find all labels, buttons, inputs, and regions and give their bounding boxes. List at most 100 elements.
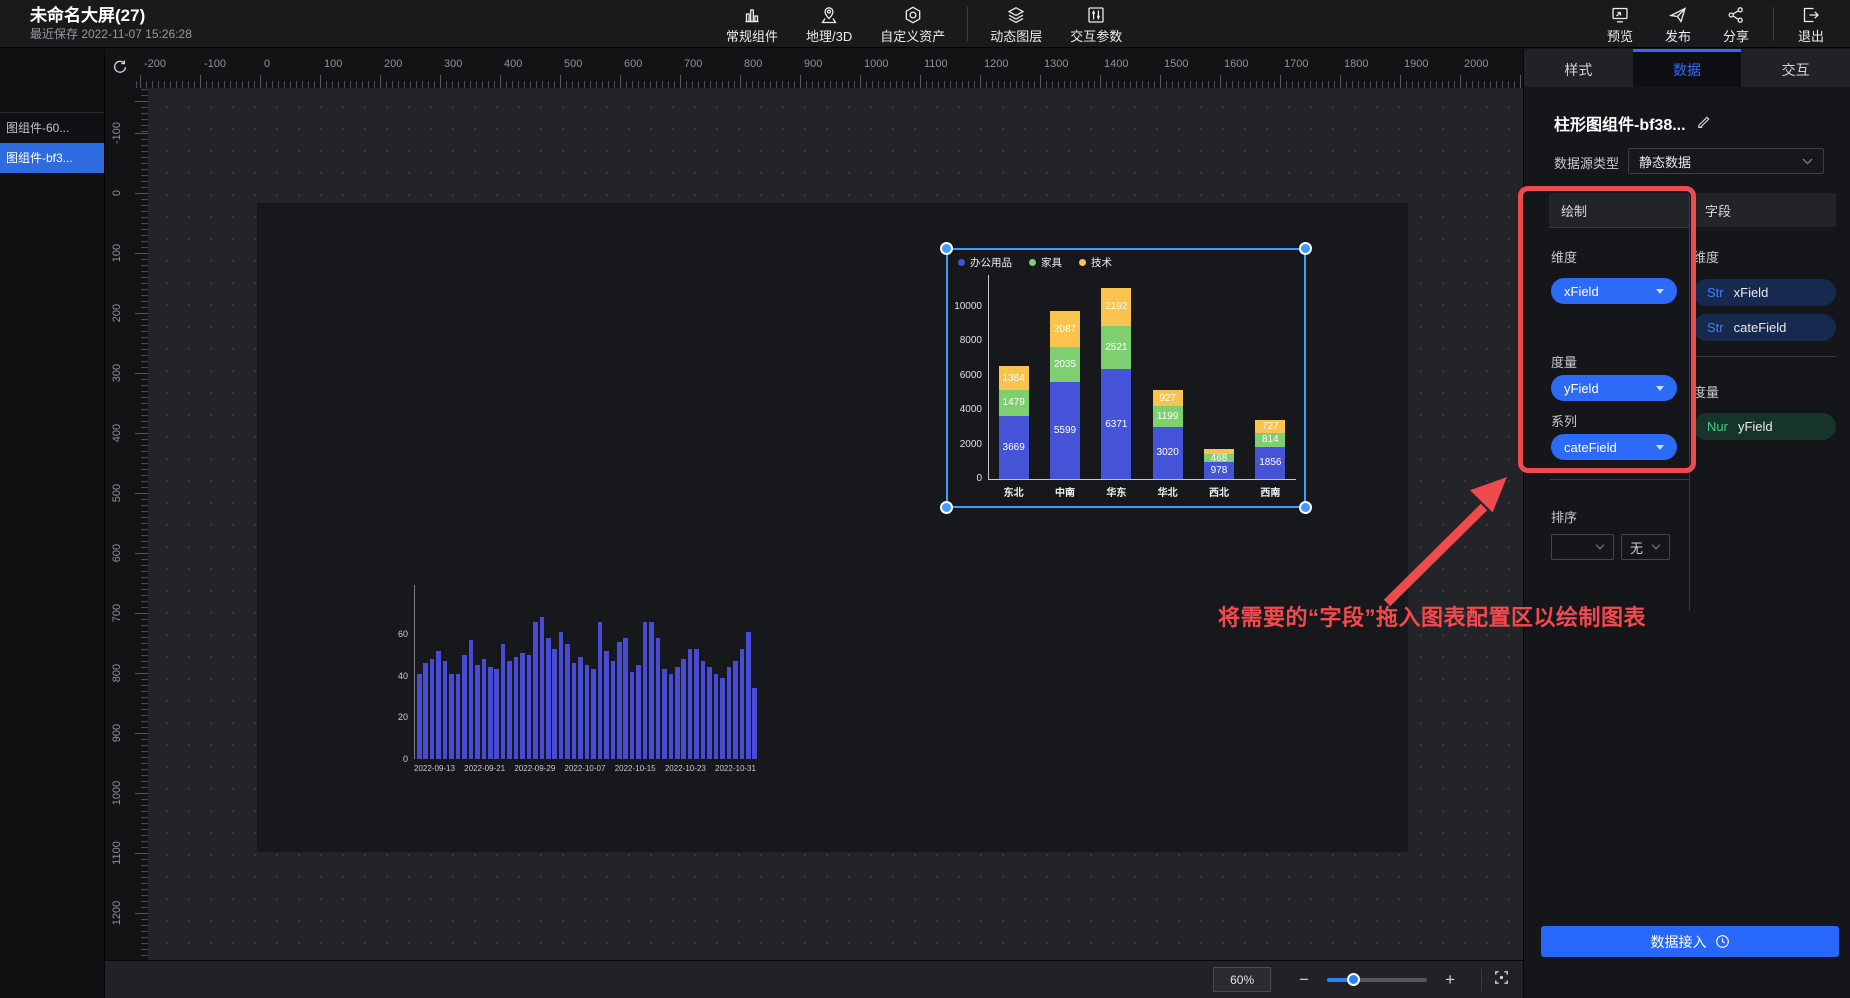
component-name-row: 柱形图组件-bf38... (1554, 111, 1711, 135)
sort-label: 排序 (1551, 507, 1577, 526)
action-preview[interactable]: 预览 (1591, 0, 1649, 48)
bar (694, 649, 699, 759)
draw-section-header: 绘制 (1549, 193, 1689, 227)
y-tick-label: 8000 (948, 335, 982, 346)
zoom-in-button[interactable]: + (1439, 970, 1461, 990)
zoom-value-box[interactable]: 60% (1213, 967, 1271, 992)
toolbar-item-hexagon[interactable]: 自定义资产 (866, 0, 959, 48)
ruler-left-number: 500 (111, 473, 123, 513)
datasource-row: 数据源类型 静态数据 (1554, 148, 1834, 174)
datasource-select[interactable]: 静态数据 (1628, 148, 1824, 174)
tab-data[interactable]: 数据 (1633, 49, 1742, 87)
bar-segment: 468 (1204, 454, 1234, 462)
fields-section-header: 字段 (1693, 193, 1836, 227)
zoom-out-button[interactable]: − (1293, 970, 1315, 990)
ruler-left-number: 1200 (111, 893, 123, 933)
toolbar-item-map-pin[interactable]: 地理/3D (792, 0, 866, 48)
zoom-slider[interactable] (1327, 978, 1427, 982)
bar (501, 644, 506, 759)
bar (598, 622, 603, 759)
bar (540, 617, 545, 759)
divider (967, 7, 968, 41)
bar-segment: 1199 (1153, 406, 1183, 427)
layers-panel: 图组件-60...图组件-bf3... (0, 49, 105, 998)
x-tick-label: 2022-09-13 (414, 764, 455, 773)
zoom-slider-knob[interactable] (1347, 973, 1360, 986)
bar (514, 657, 519, 759)
field-pill-cateField[interactable]: StrcateField (1693, 314, 1836, 341)
bar (591, 669, 596, 759)
canvas-zone: -200-10001002003004005006007008009001000… (105, 49, 1523, 998)
ruler-top-number: 900 (804, 58, 822, 70)
legend-dot (958, 259, 965, 266)
artboard[interactable]: 办公用品家具技术 0200040006000800010000366914791… (257, 203, 1408, 852)
field-name: xField (1734, 285, 1769, 300)
ruler-top-number: 1300 (1044, 58, 1068, 70)
bar (482, 659, 487, 759)
action-exit[interactable]: 退出 (1782, 0, 1840, 48)
ruler-left-number: 600 (111, 533, 123, 573)
layer-item[interactable]: 图组件-60... (0, 113, 104, 143)
clock-icon (1715, 934, 1730, 949)
refresh-icon[interactable] (111, 58, 128, 80)
fields-dimension-label: 维度 (1693, 247, 1719, 266)
action-share[interactable]: 分享 (1707, 0, 1765, 48)
bar (520, 653, 525, 759)
chevron-down-icon (1802, 158, 1813, 165)
ruler-top-number: -100 (204, 58, 226, 70)
bar-segment (1204, 449, 1234, 454)
ruler-left-major-ticks (135, 88, 148, 960)
selection-handle-bl[interactable] (940, 501, 953, 514)
ruler-top: -200-10001002003004005006007008009001000… (133, 49, 1523, 88)
draw-slot-select-cateField[interactable]: cateField (1551, 434, 1677, 460)
selection-handle-br[interactable] (1299, 501, 1312, 514)
bar (430, 659, 435, 759)
draw-slot-value: yField (1564, 381, 1599, 396)
data-access-button[interactable]: 数据接入 (1541, 926, 1839, 957)
bar (423, 663, 428, 759)
toolbar-item-bar-chart[interactable]: 常规组件 (712, 0, 792, 48)
tool-label: 地理/3D (806, 26, 852, 45)
field-name: cateField (1734, 320, 1787, 335)
ruler-top-number: 100 (324, 58, 342, 70)
canvas-field[interactable]: 办公用品家具技术 0200040006000800010000366914791… (148, 88, 1523, 960)
selection-handle-tl[interactable] (940, 242, 953, 255)
ruler-left-number: 300 (111, 353, 123, 393)
ruler-top-major-ticks (133, 75, 1523, 88)
map-pin-icon (818, 3, 840, 25)
bar-segment: 2521 (1101, 326, 1131, 369)
bar (469, 640, 474, 759)
time-bar-chart-component[interactable]: 02040602022-09-132022-09-212022-09-29202… (390, 583, 770, 788)
field-pill-yField[interactable]: NuryField (1693, 413, 1836, 440)
draw-slot-select-xField[interactable]: xField (1551, 278, 1677, 304)
tab-interaction[interactable]: 交互 (1741, 49, 1850, 87)
chevron-down-icon (1651, 544, 1661, 550)
ruler-top-number: 0 (264, 58, 270, 70)
bar (611, 661, 616, 759)
bar (456, 674, 461, 759)
sort-order-select[interactable]: 无 (1621, 534, 1670, 560)
sort-field-select[interactable] (1551, 534, 1614, 560)
draw-slot-select-yField[interactable]: yField (1551, 375, 1677, 401)
bar-segment: 5599 (1050, 382, 1080, 479)
action-publish[interactable]: 发布 (1649, 0, 1707, 48)
legend-dot (1079, 259, 1086, 266)
ruler-left-number: 0 (111, 173, 123, 213)
toolbar-item-layers[interactable]: 动态图层 (976, 0, 1056, 48)
selection-handle-tr[interactable] (1299, 242, 1312, 255)
datasource-value: 静态数据 (1639, 152, 1691, 171)
ruler-left-number: 700 (111, 593, 123, 633)
column-divider (1689, 196, 1690, 611)
fit-screen-icon[interactable] (1492, 968, 1511, 992)
stacked-bar-chart-component[interactable]: 办公用品家具技术 0200040006000800010000366914791… (946, 248, 1306, 508)
tab-style[interactable]: 样式 (1524, 49, 1633, 87)
layer-item[interactable]: 图组件-bf3... (0, 143, 104, 173)
toolbar-item-sliders[interactable]: 交互参数 (1056, 0, 1136, 48)
bar-segment: 6371 (1101, 369, 1131, 479)
edit-pencil-icon[interactable] (1696, 113, 1711, 133)
field-pill-xField[interactable]: StrxField (1693, 279, 1836, 306)
tool-label: 发布 (1665, 26, 1691, 45)
ruler-top-number: 700 (684, 58, 702, 70)
ruler-corner[interactable] (105, 49, 133, 88)
ruler-left-number: 1100 (111, 833, 123, 873)
